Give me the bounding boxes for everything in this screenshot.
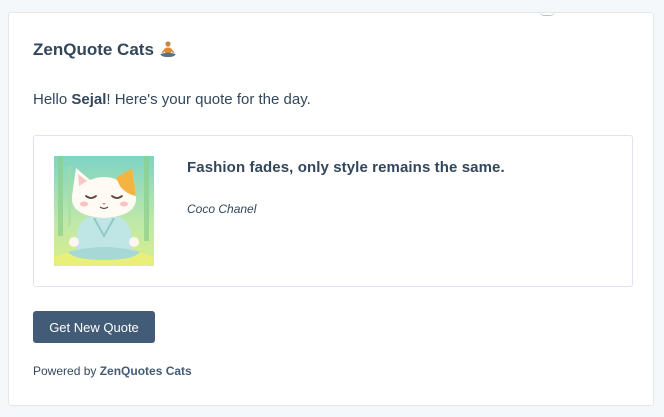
quote-author: Coco Chanel [187, 202, 257, 216]
powered-by-prefix: Powered by [33, 364, 100, 378]
main-card: ZenQuote Cats Hello Sejal! Here's your q… [8, 12, 654, 406]
corner-mark [539, 11, 555, 16]
greeting: Hello Sejal! Here's your quote for the d… [33, 91, 311, 108]
meditating-cat-illustration [54, 156, 154, 266]
meditating-person-icon [158, 40, 178, 60]
app-title: ZenQuote Cats [33, 40, 178, 60]
quote-card: Fashion fades, only style remains the sa… [33, 135, 633, 287]
powered-by: Powered by ZenQuotes Cats [33, 364, 192, 378]
app-title-text: ZenQuote Cats [33, 40, 154, 59]
powered-by-brand: ZenQuotes Cats [99, 364, 192, 378]
quote-text: Fashion fades, only style remains the sa… [187, 159, 505, 176]
greeting-prefix: Hello [33, 91, 72, 108]
get-new-quote-button[interactable]: Get New Quote [33, 311, 155, 343]
greeting-suffix: ! Here's your quote for the day. [106, 91, 311, 108]
user-name: Sejal [71, 91, 107, 108]
